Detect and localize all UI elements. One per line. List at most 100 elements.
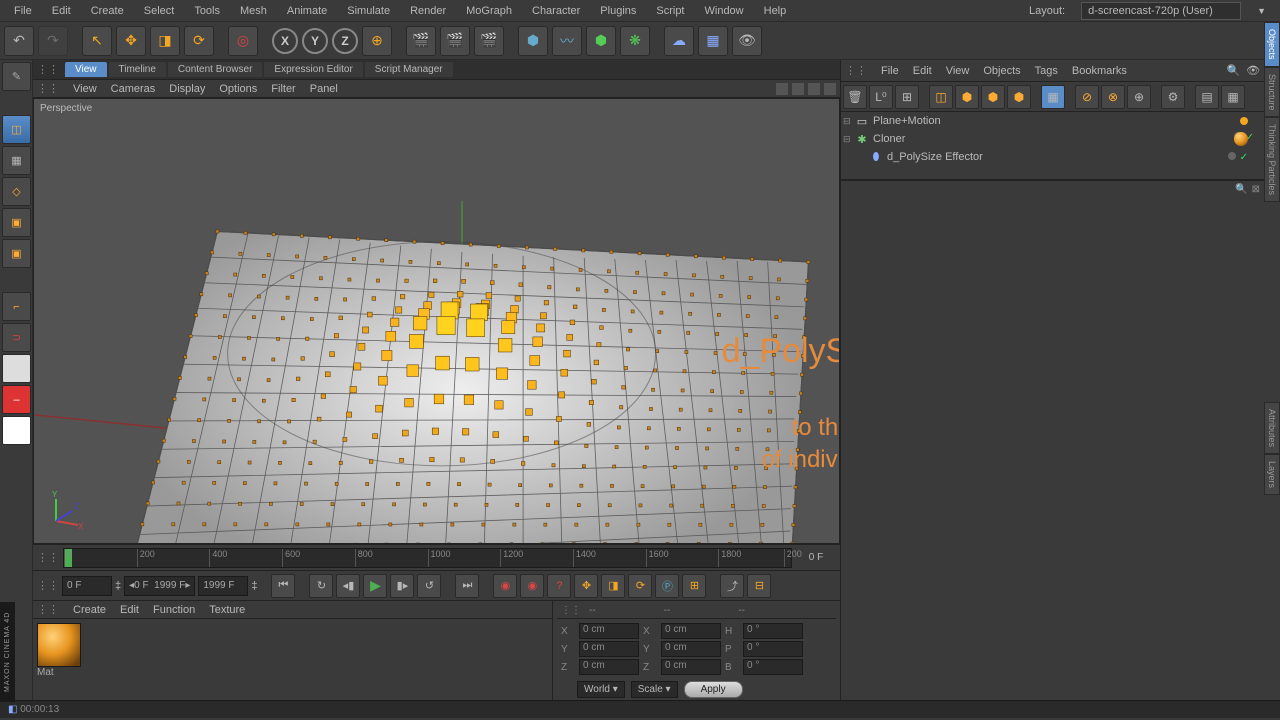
rtb-7-icon[interactable]: ⬢ xyxy=(1007,85,1031,109)
mat-menu-function[interactable]: Function xyxy=(153,604,195,616)
rtab-layers[interactable]: Layers xyxy=(1264,454,1280,495)
menu-mograph[interactable]: MoGraph xyxy=(456,5,522,17)
scale-tool-icon[interactable]: ◨ xyxy=(150,26,180,56)
cycle-button[interactable]: ↺ xyxy=(417,574,441,598)
vp-menu-options[interactable]: Options xyxy=(219,83,257,95)
pos-x-field[interactable]: 0 cm xyxy=(579,623,639,639)
loop-button[interactable]: ↻ xyxy=(309,574,333,598)
rot-b-field[interactable]: 0 ° xyxy=(743,659,803,675)
r-menu-bookmarks[interactable]: Bookmarks xyxy=(1072,65,1127,77)
menu-window[interactable]: Window xyxy=(695,5,754,17)
light-icon[interactable]: 👁 xyxy=(732,26,762,56)
vp-menu-display[interactable]: Display xyxy=(169,83,205,95)
tab-view[interactable]: View xyxy=(65,62,107,77)
y-axis-toggle[interactable]: Y xyxy=(302,28,328,54)
mat-menu-texture[interactable]: Texture xyxy=(209,604,245,616)
material-name[interactable]: Mat xyxy=(37,667,81,678)
attr-lock-icon[interactable]: ⊠ xyxy=(1252,184,1260,195)
vp-menu-panel[interactable]: Panel xyxy=(310,83,338,95)
rtb-11-icon[interactable]: ⚙ xyxy=(1161,85,1185,109)
key-scale-icon[interactable]: ◨ xyxy=(601,574,625,598)
last-tool-icon[interactable]: ◎ xyxy=(228,26,258,56)
move-tool-icon[interactable]: ✥ xyxy=(116,26,146,56)
x-axis-toggle[interactable]: X xyxy=(272,28,298,54)
vp-menu-view[interactable]: View xyxy=(73,83,97,95)
rtb-10-icon[interactable]: ⊕ xyxy=(1127,85,1151,109)
attr-search-icon[interactable]: 🔍 xyxy=(1235,184,1247,195)
viewport[interactable]: Perspective d_PolySiz xyxy=(33,98,840,544)
axis-icon[interactable]: ⌐ xyxy=(2,292,31,321)
current-frame-field[interactable]: 0 F xyxy=(62,576,112,596)
tab-content-browser[interactable]: Content Browser xyxy=(168,62,262,77)
workplane-icon[interactable]: ◇ xyxy=(2,177,31,206)
menu-render[interactable]: Render xyxy=(400,5,456,17)
layout-dropdown[interactable]: d-screencast-720p (User) xyxy=(1081,2,1241,20)
rtb-3-icon[interactable]: ⊞ xyxy=(895,85,919,109)
rtb-6-icon[interactable]: ⬢ xyxy=(981,85,1005,109)
render-region-icon[interactable]: 🎬 xyxy=(440,26,470,56)
menu-character[interactable]: Character xyxy=(522,5,590,17)
next-frame-button[interactable]: ▮▸ xyxy=(390,574,414,598)
edge-mode-icon[interactable]: ▣ xyxy=(2,239,31,268)
vp-nav2-icon[interactable] xyxy=(792,83,804,95)
tree-row-cloner[interactable]: ⊟ ✱ Cloner ✓ xyxy=(841,130,1280,148)
r-menu-edit[interactable]: Edit xyxy=(913,65,932,77)
rot-h-field[interactable]: 0 ° xyxy=(743,623,803,639)
menu-script[interactable]: Script xyxy=(646,5,694,17)
tree-toggle-icon[interactable]: ⊟ xyxy=(843,134,855,145)
menu-plugins[interactable]: Plugins xyxy=(590,5,646,17)
enable-check-icon[interactable]: ✓ xyxy=(1240,152,1248,163)
coord-system-icon[interactable]: ⊕ xyxy=(362,26,392,56)
goto-end-button[interactable]: ⏭ xyxy=(455,574,479,598)
redo-button[interactable]: ↷ xyxy=(38,26,68,56)
spline-icon[interactable]: 〰 xyxy=(552,26,582,56)
undo-button[interactable]: ↶ xyxy=(4,26,34,56)
rtab-thinking-particles[interactable]: Thinking Particles xyxy=(1264,117,1280,202)
tab-script-manager[interactable]: Script Manager xyxy=(365,62,453,77)
make-editable-icon[interactable]: ✎ xyxy=(2,62,31,91)
vp-menu-filter[interactable]: Filter xyxy=(271,83,295,95)
menu-create[interactable]: Create xyxy=(81,5,134,17)
rtb-12-icon[interactable]: ▤ xyxy=(1195,85,1219,109)
rot-p-field[interactable]: 0 ° xyxy=(743,641,803,657)
model-mode-icon[interactable]: ◫ xyxy=(2,115,31,144)
menu-tools[interactable]: Tools xyxy=(184,5,230,17)
goto-frame-field[interactable]: 1999 F xyxy=(198,576,248,596)
rtb-9-icon[interactable]: ⊗ xyxy=(1101,85,1125,109)
coord-space-dropdown[interactable]: World ▾ xyxy=(577,681,625,698)
eye-icon[interactable]: 👁 xyxy=(1246,64,1260,77)
layer2-icon[interactable]: – xyxy=(2,385,31,414)
r-menu-tags[interactable]: Tags xyxy=(1035,65,1058,77)
keyhelp-button[interactable]: ? xyxy=(547,574,571,598)
r-menu-file[interactable]: File xyxy=(881,65,899,77)
mat-menu-create[interactable]: Create xyxy=(73,604,106,616)
mat-menu-edit[interactable]: Edit xyxy=(120,604,139,616)
key-grid-icon[interactable]: ⊞ xyxy=(682,574,706,598)
vp-nav1-icon[interactable] xyxy=(776,83,788,95)
select-tool-icon[interactable]: ↖ xyxy=(82,26,112,56)
layout-chevron-icon[interactable]: ▼ xyxy=(1247,6,1276,16)
tree-row-plane[interactable]: ⊟ ▭ Plane+Motion xyxy=(841,112,1280,130)
tab-expression-editor[interactable]: Expression Editor xyxy=(264,62,362,77)
pos-y-field[interactable]: 0 cm xyxy=(579,641,639,657)
key-misc1-icon[interactable]: ⤴ xyxy=(720,574,744,598)
rtb-13-icon[interactable]: ▦ xyxy=(1221,85,1245,109)
generator-icon[interactable]: ⬢ xyxy=(586,26,616,56)
menu-help[interactable]: Help xyxy=(754,5,797,17)
rtb-filter-icon[interactable]: ▦ xyxy=(1041,85,1065,109)
menu-file[interactable]: File xyxy=(4,5,42,17)
apply-button[interactable]: Apply xyxy=(684,681,743,698)
timeline-ruler[interactable]: 0 200 400 600 800 1000 1200 1400 1600 18… xyxy=(63,548,792,568)
rtab-attributes[interactable]: Attributes xyxy=(1264,402,1280,454)
tree-toggle-icon[interactable]: ⊟ xyxy=(843,116,855,127)
rtb-2-icon[interactable]: L⁰ xyxy=(869,85,893,109)
goto-start-button[interactable]: ⏮ xyxy=(271,574,295,598)
r-menu-view[interactable]: View xyxy=(946,65,970,77)
render-view-icon[interactable]: 🎬 xyxy=(406,26,436,56)
material-swatch[interactable] xyxy=(37,623,81,667)
prev-frame-button[interactable]: ◂▮ xyxy=(336,574,360,598)
material-tag-icon[interactable] xyxy=(1234,132,1248,146)
tree-row-effector[interactable]: ⬮ d_PolySize Effector ✓ xyxy=(841,148,1280,166)
layer1-icon[interactable] xyxy=(2,354,31,383)
tab-timeline[interactable]: Timeline xyxy=(109,62,166,77)
